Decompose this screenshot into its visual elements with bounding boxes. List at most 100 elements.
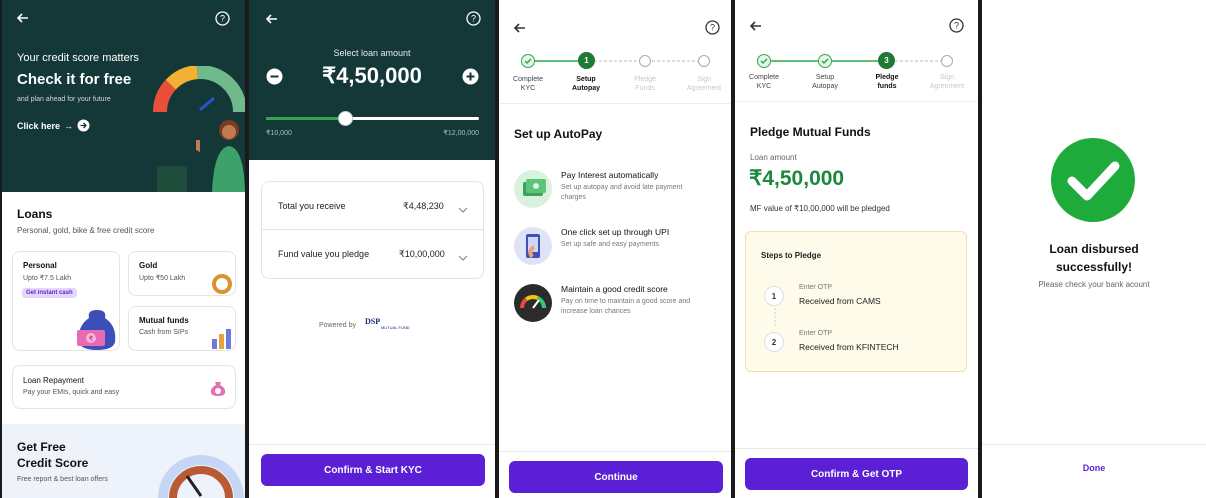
- confirm-start-kyc-button[interactable]: Confirm & Start KYC: [261, 454, 485, 486]
- total-receive-row[interactable]: Total you receive ₹4,48,230: [262, 182, 483, 230]
- hero-tagline: and plan ahead for your future: [17, 96, 111, 103]
- mf-title: Mutual funds: [139, 316, 189, 325]
- select-amount-label: Select loan amount: [333, 48, 411, 58]
- svg-text:?: ?: [471, 14, 476, 24]
- footer-divider: [249, 444, 495, 445]
- screen-select-loan-amount: ? Select loan amount ₹4,50,000 ₹10,000 ₹…: [249, 0, 495, 498]
- gold-sub: Upto ₹50 Lakh: [139, 275, 186, 282]
- loan-summary-card: Total you receive ₹4,48,230 Fund value y…: [261, 181, 484, 279]
- screen-loans-home: ? Your credit score matters Check it for…: [2, 0, 245, 498]
- help-icon[interactable]: ?: [705, 20, 720, 35]
- screen-setup-autopay: ? 1 Complete KYC Setup Autopay Pledge Funds…: [499, 0, 731, 498]
- loan-amount-value: ₹4,50,000: [322, 63, 422, 88]
- autopay-title: Set up AutoPay: [514, 127, 603, 141]
- pledge-title: Pledge Mutual Funds: [750, 125, 871, 139]
- confirm-get-otp-button[interactable]: Confirm & Get OTP: [745, 458, 968, 490]
- amount-slider-track[interactable]: [266, 111, 479, 126]
- progress-stepper: 1 Complete KYC Setup Autopay Pledge Funds S…: [499, 50, 731, 104]
- upi-phone-icon: [514, 227, 552, 265]
- repay-sub: Pay your EMIs, quick and easy: [23, 389, 120, 396]
- credit-score-banner[interactable]: ? Your credit score matters Check it for…: [2, 0, 245, 192]
- step-label-sign: Sign Agreement: [929, 74, 965, 90]
- promo-title-2: Credit Score: [17, 456, 89, 470]
- footer-divider: [735, 448, 978, 449]
- back-arrow-icon[interactable]: [265, 12, 279, 26]
- money-bag-icon: ₹: [75, 308, 119, 355]
- svg-text:₹: ₹: [89, 335, 94, 343]
- help-icon[interactable]: ?: [949, 18, 964, 33]
- hero-title: Check it for free: [17, 71, 132, 88]
- decrease-amount-button[interactable]: [266, 68, 283, 85]
- step-label-autopay: Setup Autopay: [572, 76, 600, 92]
- arrow-right-icon: →: [64, 120, 74, 131]
- gold-loan-card[interactable]: Gold Upto ₹50 Lakh: [128, 251, 236, 296]
- step-label-sign: Sign Agreement: [686, 76, 722, 92]
- loans-subtitle: Personal, gold, bike & free credit score: [17, 226, 155, 235]
- amount-slider-fill: [266, 117, 345, 120]
- back-arrow-icon[interactable]: [513, 21, 527, 35]
- pledge-step-number: 2: [764, 332, 784, 352]
- hero-subtitle: Your credit score matters: [17, 52, 139, 64]
- steps-to-pledge-box: Steps to Pledge 1 Enter OTP Received fro…: [745, 231, 967, 372]
- done-button[interactable]: Done: [982, 463, 1206, 473]
- feature-2-title: One click set up through UPI: [561, 227, 670, 237]
- click-here-label: Click here: [17, 120, 61, 131]
- step-active-indicator: 1: [578, 52, 595, 69]
- promo-title-1: Get Free: [17, 440, 66, 454]
- slider-min-label: ₹10,000: [266, 130, 292, 137]
- help-icon[interactable]: ?: [466, 11, 481, 26]
- step-label-autopay: Setup Autopay: [812, 74, 838, 90]
- feature-1-sub-1: Set up autopay and avoid late payment: [561, 184, 683, 191]
- pledge-step-1-big: Received from CAMS: [799, 296, 881, 306]
- step-label-pledge: Pledge Funds: [634, 76, 656, 92]
- step-complete-check-icon: [818, 54, 832, 73]
- loan-repayment-card[interactable]: Loan Repayment Pay your EMIs, quick and …: [12, 365, 236, 409]
- credit-gauge-illustration: [152, 65, 245, 197]
- personal-title: Personal: [23, 261, 57, 270]
- step-label-kyc: Complete KYC: [749, 74, 779, 90]
- svg-text:?: ?: [954, 21, 959, 31]
- svg-text:?: ?: [710, 23, 715, 33]
- feature-3-sub-1: Pay on time to maintain a good score and: [561, 298, 691, 305]
- promo-sub: Free report & best loan offers: [17, 476, 108, 483]
- step-complete-check-icon: [521, 54, 535, 73]
- screen-pledge-mutual-funds: ? 3 Complete KYC Setup Autopay Pledge funds…: [735, 0, 978, 498]
- gauge-meter-icon: [157, 440, 245, 498]
- bar-graph-icon: [211, 327, 233, 354]
- mutual-funds-card[interactable]: Mutual funds Cash from SIPs: [128, 306, 236, 351]
- screen-loan-disbursed: Loan disbursed successfully! Please chec…: [982, 0, 1206, 498]
- feature-1-title: Pay Interest automatically: [561, 170, 659, 180]
- amount-slider-thumb[interactable]: [337, 111, 353, 126]
- help-icon[interactable]: ?: [215, 11, 230, 26]
- click-here-link[interactable]: Click here →: [17, 119, 90, 132]
- pledge-step-2-small: Enter OTP: [799, 330, 833, 337]
- gold-title: Gold: [139, 261, 158, 270]
- feature-3-sub-2: increase loan chances: [561, 308, 631, 315]
- dsp-logo: DSP MUTUAL FUND: [365, 318, 410, 331]
- stepper-divider: [735, 101, 978, 102]
- powered-by-label: Powered by: [319, 321, 356, 329]
- success-check-icon: [1050, 137, 1136, 228]
- step-complete-check-icon: [757, 54, 771, 73]
- feature-2-sub-1: Set up safe and easy payments: [561, 241, 660, 248]
- mf-sub: Cash from SIPs: [139, 329, 189, 336]
- footer-divider: [982, 444, 1206, 445]
- personal-sub: Upto ₹7.5 Lakh: [23, 275, 72, 282]
- back-arrow-icon[interactable]: [749, 19, 763, 33]
- steps-connector: [774, 304, 776, 326]
- instant-cash-badge: Get instant cash: [22, 288, 77, 298]
- increase-amount-button[interactable]: [462, 68, 479, 85]
- success-title-2: successfully!: [1055, 260, 1133, 274]
- free-credit-score-banner[interactable]: Get Free Credit Score Free report & best…: [2, 424, 245, 498]
- dsp-logo-subtext: MUTUAL FUND: [380, 325, 410, 330]
- back-arrow-icon[interactable]: [16, 11, 30, 25]
- fund-value-value: ₹10,00,000: [399, 249, 445, 259]
- circle-arrow-icon: [77, 119, 90, 132]
- credit-meter-icon: [514, 284, 552, 322]
- continue-button[interactable]: Continue: [509, 461, 723, 493]
- fund-value-row[interactable]: Fund value you pledge ₹10,00,000: [262, 230, 483, 278]
- pledge-step-1-small: Enter OTP: [799, 284, 833, 291]
- mf-pledge-note: MF value of ₹10,00,000 will be pledged: [750, 204, 890, 213]
- svg-text:?: ?: [220, 14, 225, 24]
- personal-loan-card[interactable]: Personal Upto ₹7.5 Lakh Get instant cash…: [12, 251, 120, 351]
